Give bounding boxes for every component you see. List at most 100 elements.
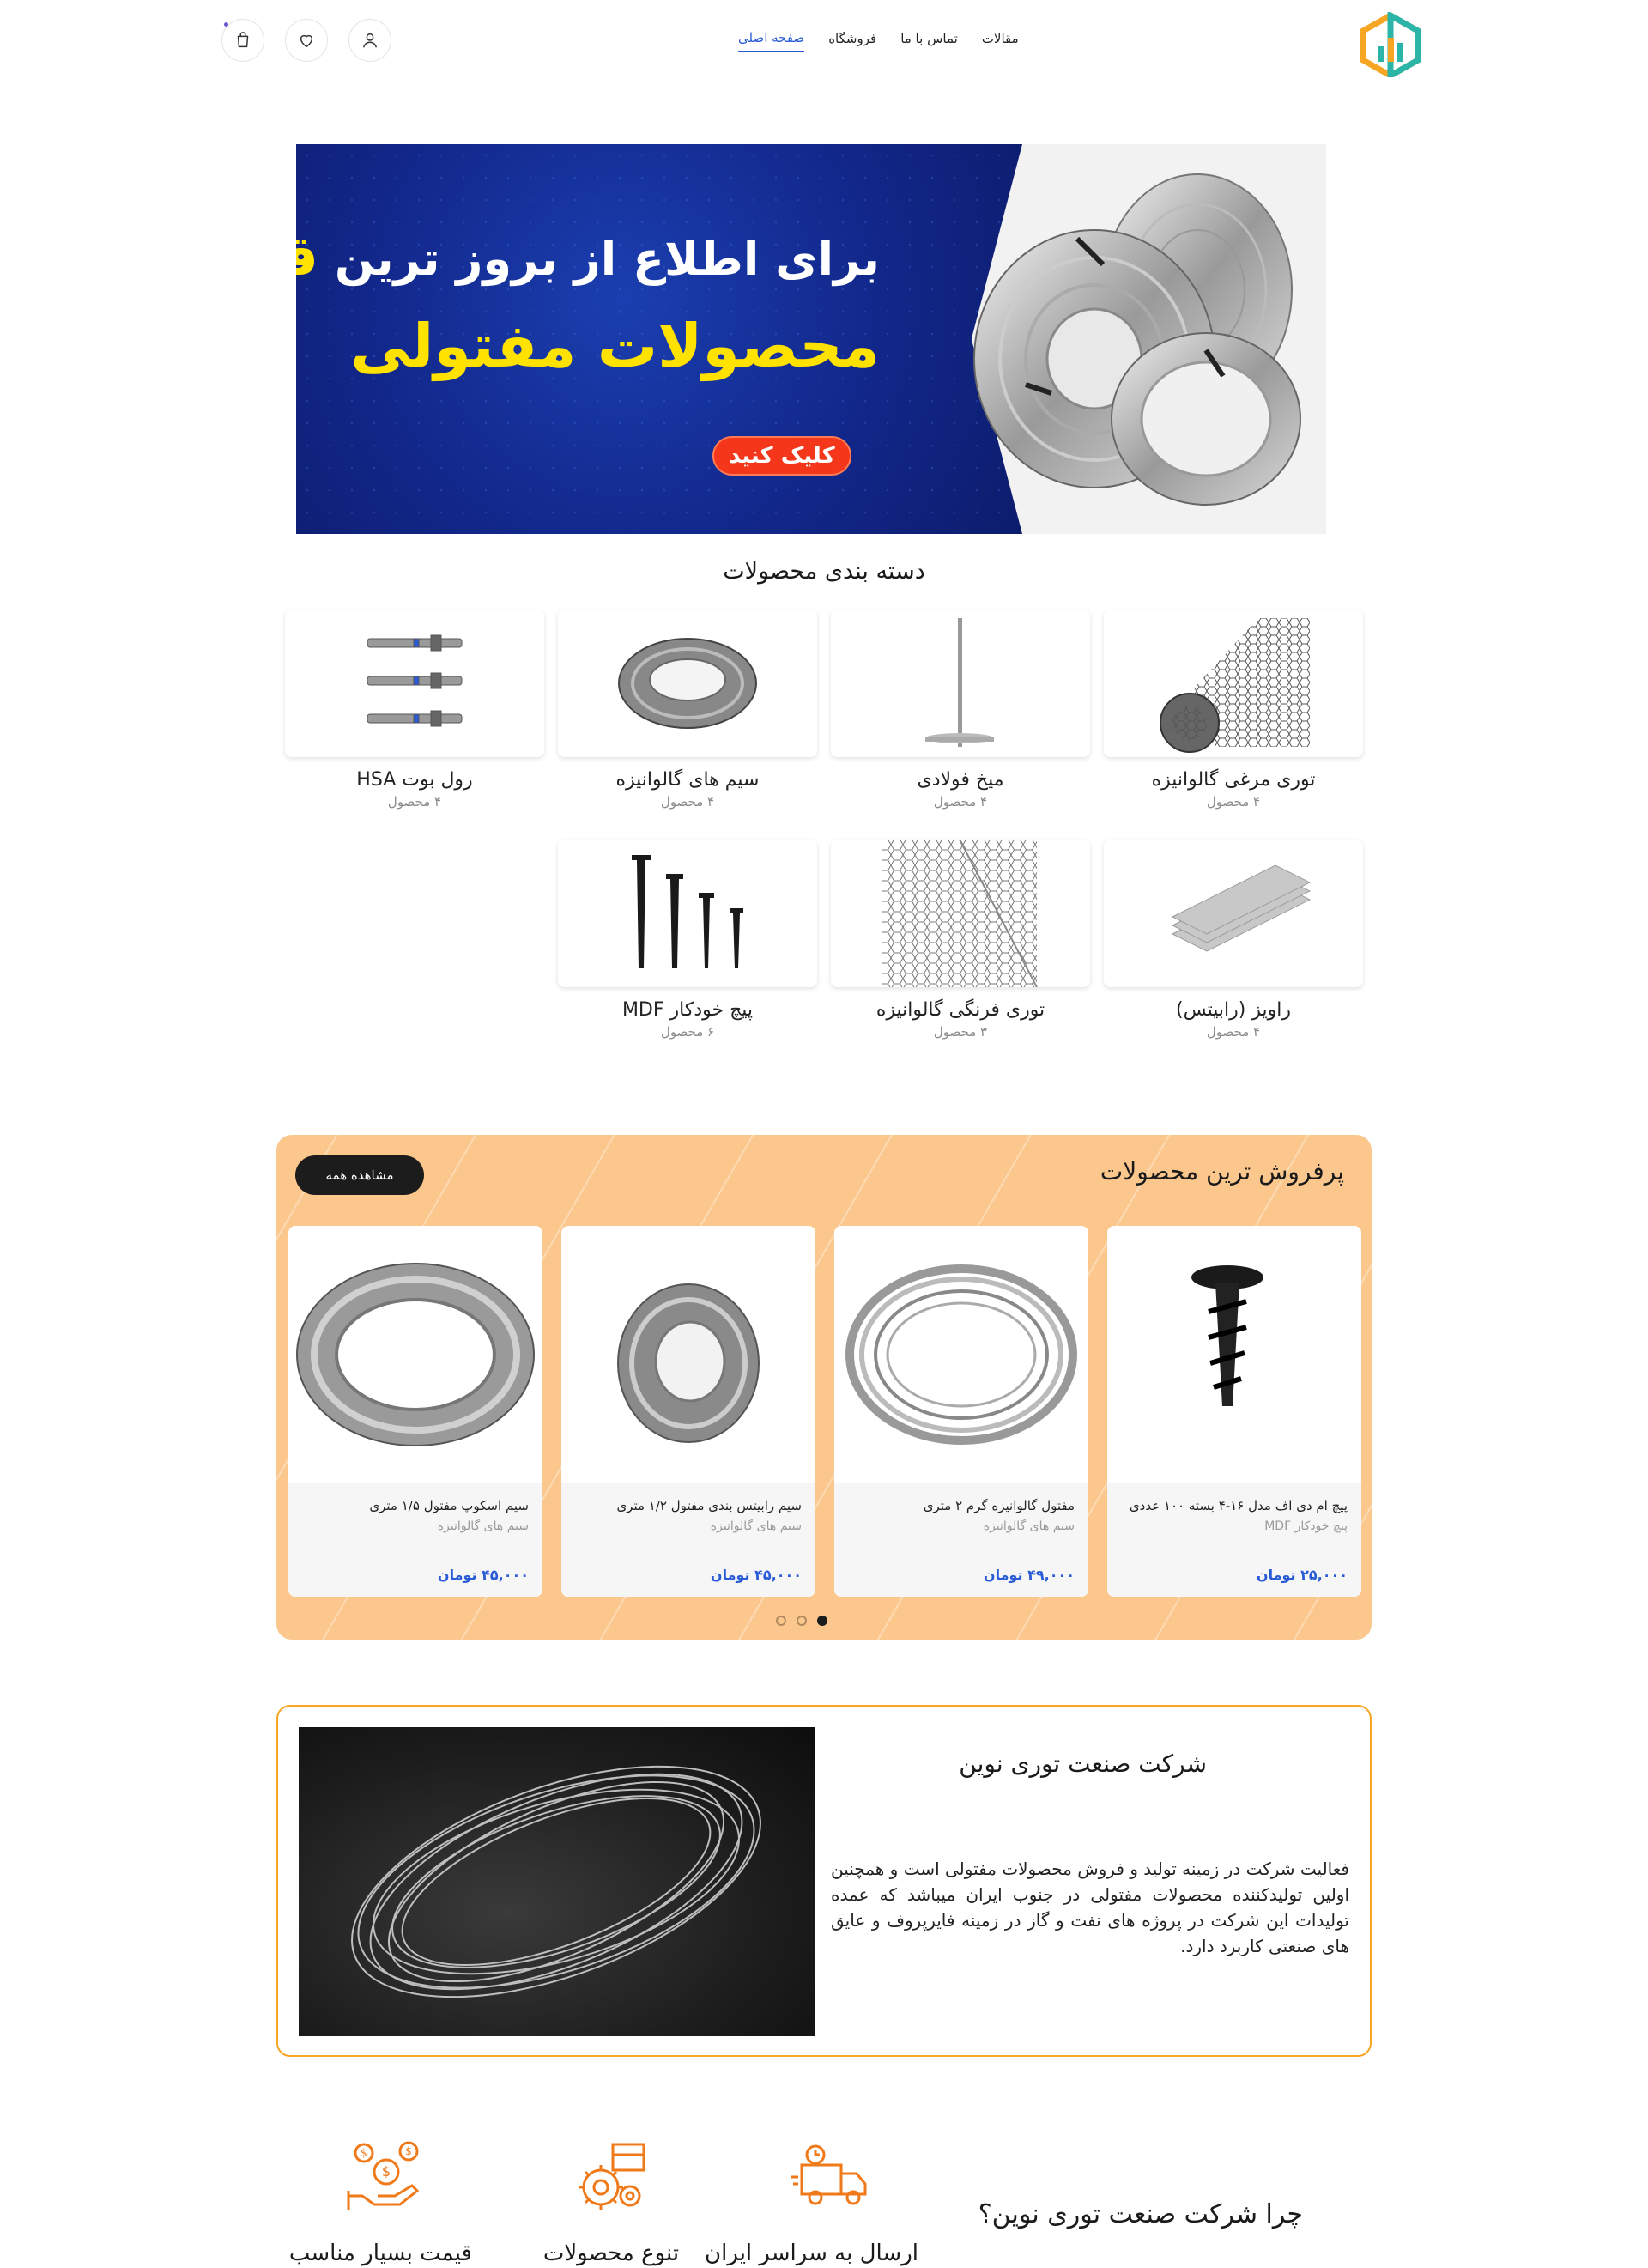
category-card[interactable]: رول بوت HSA ۴ محصول	[285, 609, 544, 824]
product-price: ۴۹,۰۰۰ تومان	[983, 1567, 1075, 1583]
category-count: ۳ محصول	[933, 1024, 988, 1040]
gear-box-icon	[579, 2143, 645, 2210]
feature-item: $ $ $ قیمت بسیار مناسب	[288, 2136, 472, 2266]
category-card[interactable]: میخ فولادی ۴ محصول	[831, 609, 1090, 824]
heart-icon	[300, 34, 313, 48]
carousel-pagination	[776, 1616, 827, 1626]
cart-icon	[237, 32, 249, 48]
product-image	[288, 1226, 542, 1483]
category-card[interactable]: توری فرنگی گالوانیزه ۳ محصول	[831, 840, 1090, 1054]
category-image	[831, 609, 1090, 757]
about-section: شرکت صنعت توری نوین فعالیت شرکت در زمینه…	[276, 1705, 1372, 2057]
bestsellers-title: پرفروش ترین محصولات	[1100, 1157, 1344, 1186]
svg-text:$: $	[405, 2145, 412, 2157]
feature-label: قیمت بسیار مناسب	[288, 2241, 472, 2266]
product-card[interactable]: سیم اسکوپ مفتول ۱/۵ متری سیم های گالوانی…	[288, 1226, 542, 1597]
chicken-wire-roll-icon	[1160, 618, 1310, 753]
header-actions	[221, 19, 391, 62]
wire-coil-icon	[845, 1264, 1077, 1445]
category-image	[1104, 609, 1363, 757]
banner-headline: برای اطلاع از بروز ترین قیمت	[296, 225, 880, 288]
product-price: ۲۵,۰۰۰ تومان	[1256, 1567, 1348, 1583]
wire-coils-image	[973, 173, 1301, 506]
wire-roll-icon	[617, 1283, 760, 1443]
wire-coil-large-icon	[296, 1263, 535, 1446]
galvanized-wire-coil-icon	[618, 638, 757, 729]
category-card[interactable]: توری مرغی گالوانیزه ۴ محصول	[1104, 609, 1363, 824]
category-image	[1104, 840, 1363, 987]
banner-headline-text: برای اطلاع از بروز ترین	[334, 232, 880, 286]
carousel-dot[interactable]	[797, 1616, 807, 1626]
nav-shop[interactable]: فروشگاه	[828, 31, 876, 52]
hero-banner[interactable]: برای اطلاع از بروز ترین قیمت محصولات مفت…	[296, 144, 1326, 534]
category-name: پیچ خودکار MDF	[621, 999, 754, 1021]
category-name: سیم های گالوانیزه	[615, 769, 760, 791]
steel-nail-icon	[925, 618, 994, 747]
view-all-button[interactable]: مشاهده همه	[295, 1155, 424, 1195]
product-name[interactable]: پیچ ام دی اف مدل ۱۶-۴ بسته ۱۰۰ عددی	[1121, 1495, 1348, 1516]
category-card[interactable]: پیچ خودکار MDF ۶ محصول	[558, 840, 817, 1054]
feature-item: ارسال به سراسر ایران	[705, 2136, 918, 2266]
mdf-screw-icon	[632, 855, 743, 968]
product-card[interactable]: مفتول گالوانیزه گرم ۲ متری سیم های گالوا…	[834, 1226, 1088, 1597]
product-info: سیم اسکوپ مفتول ۱/۵ متری سیم های گالوانی…	[288, 1483, 542, 1597]
product-card[interactable]: سیم رابیتس بندی مفتول ۱/۲ متری سیم های گ…	[561, 1226, 815, 1597]
product-image	[561, 1226, 815, 1483]
about-title: شرکت صنعت توری نوین	[959, 1750, 1207, 1778]
category-image	[831, 840, 1090, 987]
category-name: راویز (رابیتس)	[1176, 999, 1291, 1021]
steel-wire-coil-photo	[351, 1765, 761, 1998]
product-category[interactable]: سیم های گالوانیزه	[302, 1519, 529, 1533]
product-image	[1107, 1226, 1361, 1483]
site-header: صفحه اصلی فروشگاه تماس با ما مقالات	[0, 0, 1648, 82]
svg-text:$: $	[382, 2163, 391, 2180]
black-screw-icon	[1191, 1265, 1263, 1406]
product-price: ۴۵,۰۰۰ تومان	[437, 1567, 529, 1583]
cart-badge	[224, 22, 228, 27]
category-name: رول بوت HSA	[356, 769, 473, 791]
banner-cta-button[interactable]: کلیک کنید	[712, 436, 851, 476]
category-card[interactable]: راویز (رابیتس) ۴ محصول	[1104, 840, 1363, 1054]
logo-icon[interactable]	[1358, 10, 1423, 81]
category-image	[558, 840, 817, 987]
user-icon	[362, 33, 378, 48]
product-card[interactable]: پیچ ام دی اف مدل ۱۶-۴ بسته ۱۰۰ عددی پیچ …	[1107, 1226, 1361, 1597]
hsa-anchor-bolt-icon	[367, 634, 463, 727]
wishlist-button[interactable]	[285, 19, 328, 62]
product-price: ۴۵,۰۰۰ تومان	[710, 1567, 802, 1583]
product-category[interactable]: سیم های گالوانیزه	[848, 1519, 1075, 1533]
banner-headline-highlight: قیمت	[296, 225, 318, 288]
carousel-dot[interactable]	[776, 1616, 786, 1626]
nav-articles[interactable]: مقالات	[982, 31, 1019, 52]
category-image	[558, 609, 817, 757]
product-category[interactable]: سیم های گالوانیزه	[575, 1519, 802, 1533]
about-image	[299, 1727, 815, 2036]
category-card[interactable]: سیم های گالوانیزه ۴ محصول	[558, 609, 817, 824]
why-us-title: چرا شرکت صنعت توری نوین؟	[978, 2199, 1303, 2229]
product-name[interactable]: مفتول گالوانیزه گرم ۲ متری	[848, 1495, 1075, 1516]
svg-text:$: $	[360, 2147, 367, 2159]
feature-label: تنوع محصولات	[542, 2241, 680, 2266]
product-name[interactable]: سیم اسکوپ مفتول ۱/۵ متری	[302, 1495, 529, 1516]
product-info: مفتول گالوانیزه گرم ۲ متری سیم های گالوا…	[834, 1483, 1088, 1597]
categories-title: دسته بندی محصولات	[723, 558, 925, 585]
product-name[interactable]: سیم رابیتس بندی مفتول ۱/۲ متری	[575, 1495, 802, 1516]
money-hand-icon: $ $ $	[347, 2141, 420, 2210]
main-nav: صفحه اصلی فروشگاه تماس با ما مقالات	[738, 26, 1019, 57]
cart-button[interactable]	[221, 19, 264, 62]
category-count: ۴ محصول	[1206, 794, 1261, 810]
nav-contact[interactable]: تماس با ما	[900, 31, 958, 52]
carousel-dot-active[interactable]	[817, 1616, 827, 1626]
feature-item: تنوع محصولات	[525, 2136, 697, 2266]
category-image	[285, 609, 544, 757]
product-image	[834, 1226, 1088, 1483]
product-info: پیچ ام دی اف مدل ۱۶-۴ بسته ۱۰۰ عددی پیچ …	[1107, 1483, 1361, 1597]
banner-subheadline: محصولات مفتولی	[350, 311, 880, 381]
product-category[interactable]: پیچ خودکار MDF	[1121, 1519, 1348, 1533]
about-description: فعالیت شرکت در زمینه تولید و فروش محصولا…	[831, 1859, 1349, 1956]
category-count: ۴ محصول	[660, 794, 715, 810]
category-count: ۶ محصول	[660, 1024, 715, 1040]
category-name: میخ فولادی	[917, 769, 1004, 791]
nav-home[interactable]: صفحه اصلی	[738, 30, 805, 52]
account-button[interactable]	[348, 19, 391, 62]
